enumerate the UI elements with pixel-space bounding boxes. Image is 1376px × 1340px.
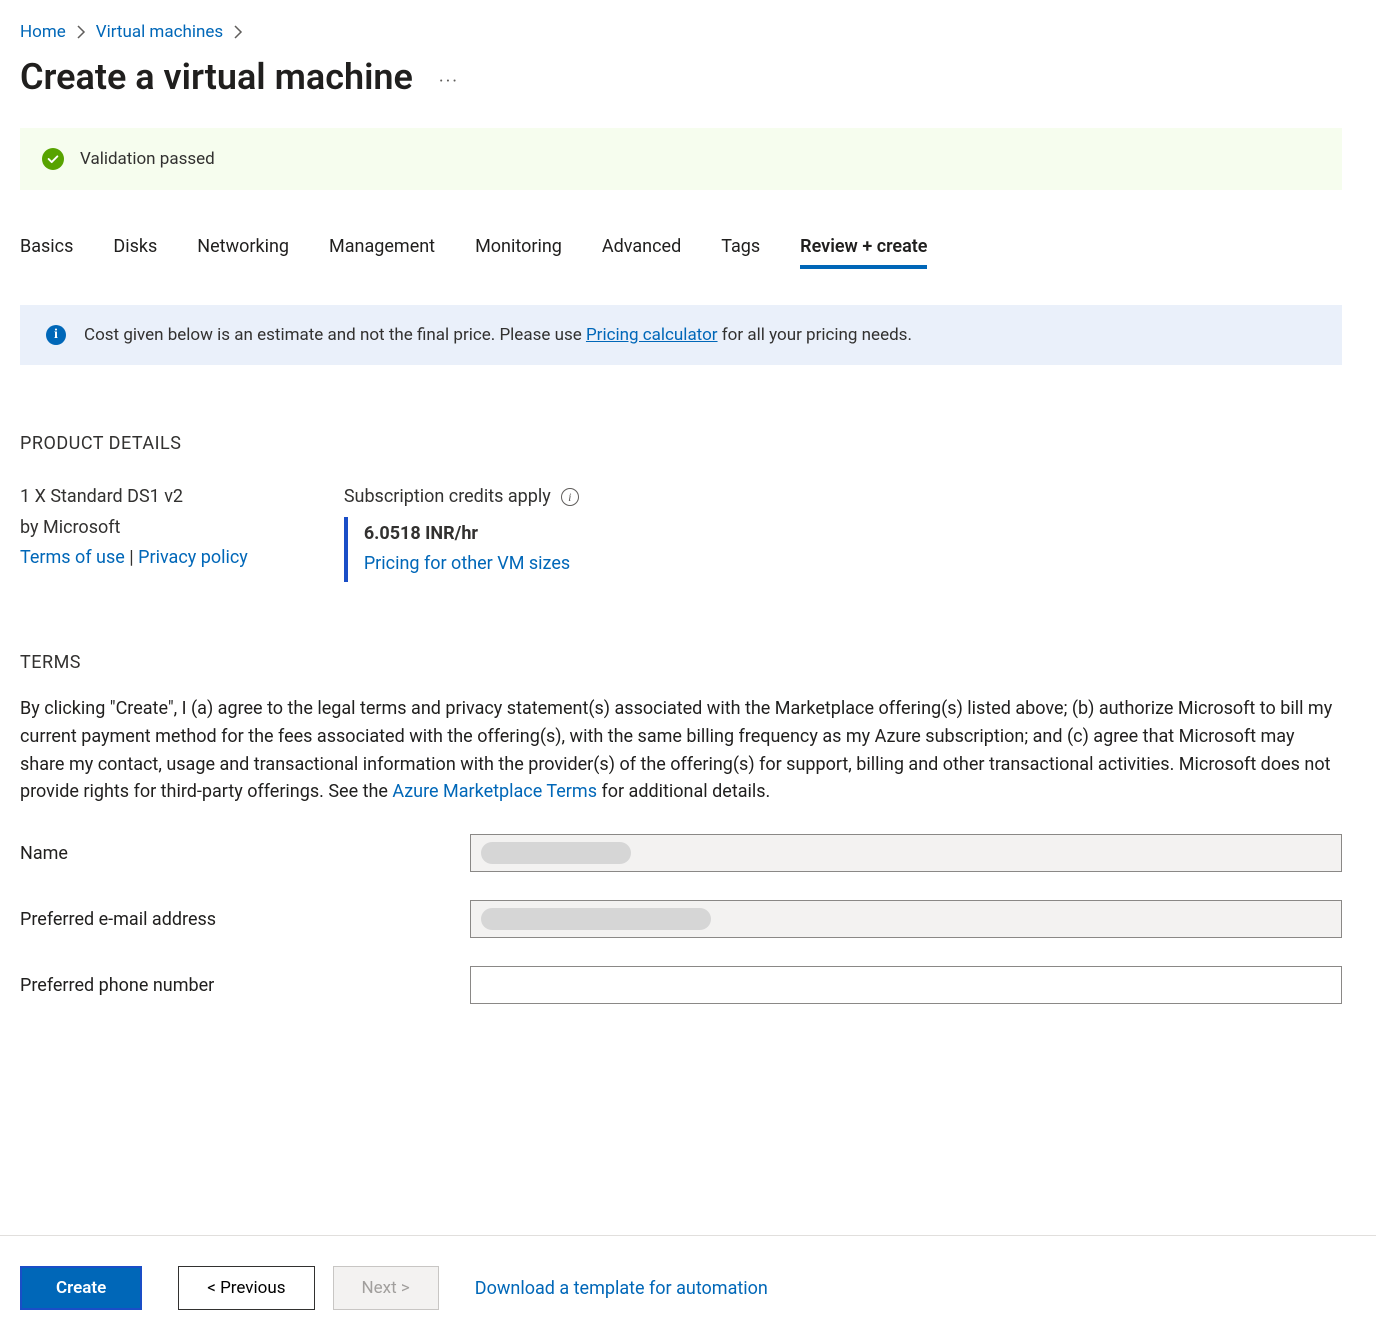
terms-body: By clicking "Create", I (a) agree to the…: [20, 695, 1342, 807]
create-button[interactable]: Create: [20, 1266, 142, 1310]
privacy-policy-link[interactable]: Privacy policy: [138, 547, 248, 568]
next-button: Next >: [333, 1266, 439, 1310]
pricing-other-sizes-link[interactable]: Pricing for other VM sizes: [364, 553, 570, 574]
tab-monitoring[interactable]: Monitoring: [475, 236, 562, 269]
tab-advanced[interactable]: Advanced: [602, 236, 681, 269]
wizard-footer: Create < Previous Next > Download a temp…: [0, 1235, 1376, 1340]
credits-apply-text: Subscription credits apply: [344, 482, 551, 513]
info-outline-icon[interactable]: i: [561, 488, 579, 506]
validation-banner: Validation passed: [20, 128, 1342, 190]
phone-input[interactable]: [470, 966, 1342, 1004]
product-details-heading: PRODUCT DETAILS: [20, 433, 1342, 454]
terms-of-use-link[interactable]: Terms of use: [20, 547, 125, 568]
info-icon: i: [46, 325, 66, 345]
phone-label: Preferred phone number: [20, 975, 470, 996]
download-template-link[interactable]: Download a template for automation: [475, 1278, 768, 1299]
name-field: [470, 834, 1342, 872]
tab-basics[interactable]: Basics: [20, 236, 73, 269]
more-actions-button[interactable]: ···: [437, 69, 461, 95]
breadcrumb-virtual-machines[interactable]: Virtual machines: [96, 22, 223, 42]
chevron-right-icon: [233, 25, 243, 39]
redacted-name-placeholder: [481, 842, 631, 864]
terms-heading: TERMS: [20, 652, 1342, 673]
marketplace-terms-link[interactable]: Azure Marketplace Terms: [392, 781, 597, 802]
info-text: Cost given below is an estimate and not …: [84, 325, 912, 345]
pricing-info-banner: i Cost given below is an estimate and no…: [20, 305, 1342, 365]
price-value: 6.0518 INR/hr: [364, 519, 570, 550]
tab-review-create[interactable]: Review + create: [800, 236, 927, 269]
breadcrumb: Home Virtual machines: [20, 18, 1342, 56]
email-label: Preferred e-mail address: [20, 909, 470, 930]
product-name: 1 X Standard DS1 v2: [20, 482, 248, 513]
tab-tags[interactable]: Tags: [721, 236, 760, 269]
previous-button[interactable]: < Previous: [178, 1266, 314, 1310]
pricing-calculator-link[interactable]: Pricing calculator: [586, 325, 718, 345]
chevron-right-icon: [76, 25, 86, 39]
tab-networking[interactable]: Networking: [197, 236, 289, 269]
validation-text: Validation passed: [80, 149, 215, 169]
tab-disks[interactable]: Disks: [113, 236, 157, 269]
check-circle-icon: [42, 148, 64, 170]
email-field: [470, 900, 1342, 938]
name-label: Name: [20, 843, 470, 864]
product-publisher: by Microsoft: [20, 513, 248, 544]
tab-management[interactable]: Management: [329, 236, 435, 269]
page-title: Create a virtual machine: [20, 56, 413, 98]
breadcrumb-home[interactable]: Home: [20, 22, 66, 42]
redacted-email-placeholder: [481, 908, 711, 930]
tabs: Basics Disks Networking Management Monit…: [20, 236, 1342, 269]
